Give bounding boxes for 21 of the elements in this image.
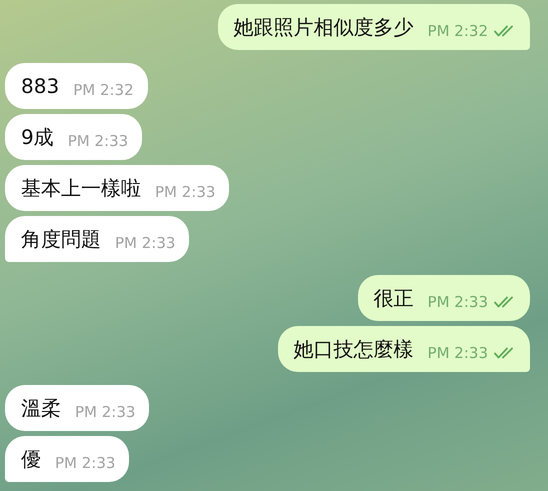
message-text: 溫柔 — [21, 394, 61, 422]
double-check-icon — [494, 25, 516, 37]
message-time: PM 2:33 — [75, 403, 136, 421]
message-text: 她口技怎麼樣 — [294, 336, 414, 362]
message-time: PM 2:33 — [68, 132, 128, 150]
double-check-icon — [494, 347, 516, 359]
message-text: 9成 — [21, 124, 54, 150]
message-time: PM 2:33 — [428, 344, 488, 362]
message-text: 883 — [21, 74, 60, 98]
message-time: PM 2:33 — [155, 183, 216, 201]
message-text: 她跟照片相似度多少 — [234, 14, 414, 40]
message-time: PM 2:33 — [115, 234, 176, 252]
message-text: 角度問題 — [21, 226, 101, 252]
message-time: PM 2:33 — [55, 454, 116, 472]
message-text: 基本上一樣啦 — [21, 174, 141, 202]
message-text: 很正 — [374, 284, 414, 312]
message-text: 優 — [21, 446, 41, 472]
message-time: PM 2:32 — [73, 81, 134, 99]
message-time: PM 2:32 — [428, 22, 488, 40]
message-time: PM 2:33 — [428, 293, 488, 311]
double-check-icon — [494, 296, 516, 308]
